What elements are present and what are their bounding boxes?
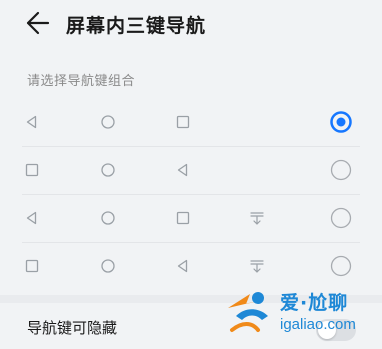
page-title: 屏幕内三键导航 [66, 15, 207, 37]
notification-pull-down-icon [249, 210, 265, 226]
nav-combination-list [0, 98, 382, 290]
header: 屏幕内三键导航 [0, 0, 382, 50]
recent-square-icon [175, 210, 191, 226]
watermark: 爱·尬聊 igaliao.com [222, 286, 382, 346]
back-triangle-icon [175, 258, 191, 274]
section-label: 请选择导航键组合 [27, 74, 136, 89]
nav-option-4[interactable] [0, 242, 382, 290]
back-arrow-icon[interactable] [22, 9, 50, 37]
back-triangle-icon [24, 210, 40, 226]
radio-unselected-icon[interactable] [330, 159, 352, 181]
back-triangle-icon [175, 162, 191, 178]
nav-option-2[interactable] [0, 146, 382, 194]
watermark-logo-icon [222, 286, 282, 338]
notification-pull-down-icon [249, 258, 265, 274]
radio-selected-icon[interactable] [330, 111, 352, 133]
home-circle-icon [100, 258, 116, 274]
watermark-title: 爱·尬聊 [280, 292, 349, 314]
home-circle-icon [100, 210, 116, 226]
hide-nav-label: 导航键可隐藏 [27, 319, 118, 337]
recent-square-icon [24, 258, 40, 274]
nav-option-3[interactable] [0, 194, 382, 242]
back-triangle-icon [24, 114, 40, 130]
radio-unselected-icon[interactable] [330, 255, 352, 277]
recent-square-icon [24, 162, 40, 178]
radio-unselected-icon[interactable] [330, 207, 352, 229]
recent-square-icon [175, 114, 191, 130]
nav-option-1[interactable] [0, 98, 382, 146]
home-circle-icon [100, 114, 116, 130]
home-circle-icon [100, 162, 116, 178]
watermark-domain: igaliao.com [280, 316, 356, 333]
